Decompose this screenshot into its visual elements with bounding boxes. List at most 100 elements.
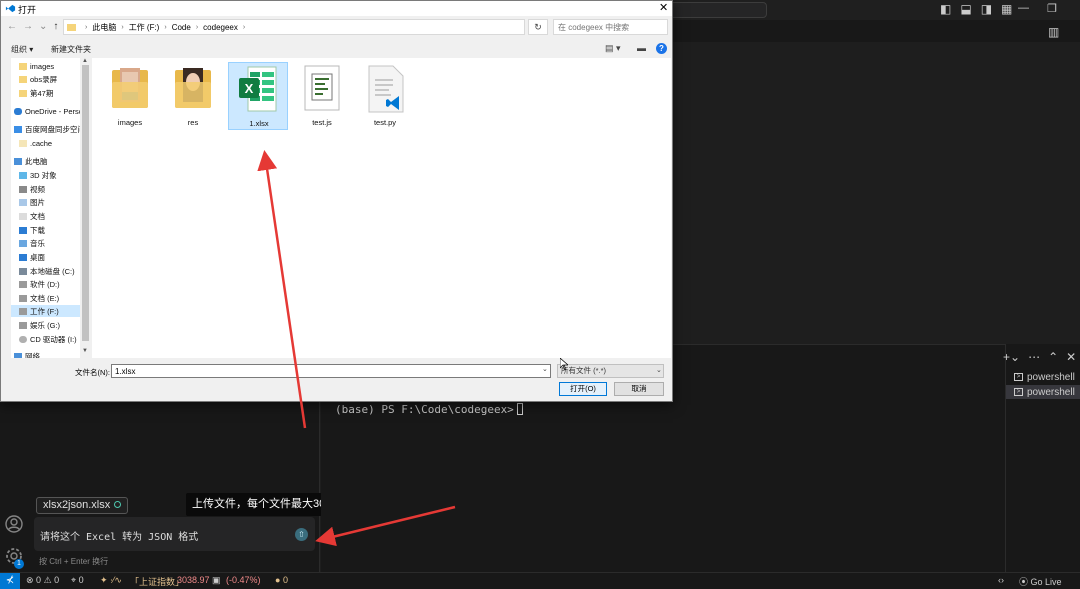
code-icon[interactable]: ‹›	[998, 575, 1004, 585]
folder-thumbnail-icon	[175, 68, 211, 108]
filename-dropdown-icon[interactable]: ⌄	[542, 365, 548, 373]
dialog-toolbar: 组织 ▾ 新建文件夹 ▤ ▾ ▬	[1, 41, 672, 57]
folder-icon	[19, 89, 27, 97]
nav-item-issue47[interactable]: 第47期	[19, 87, 53, 99]
codegeex-status-icon[interactable]: ✦ ⋅⁄∿	[100, 575, 122, 586]
nav-item-baidu[interactable]: 百度网盘同步空间	[14, 123, 85, 135]
filetype-select[interactable]: 所有文件 (*.*) ⌄	[557, 364, 664, 378]
music-icon	[19, 239, 27, 247]
close-panel-icon[interactable]: ✕	[1066, 350, 1076, 364]
chat-input-box[interactable]: 请将这个 Excel 转为 JSON 格式 ⇧	[34, 517, 315, 551]
up-folder-icon[interactable]: ↑	[53, 21, 58, 32]
nav-item-cache[interactable]: .cache	[19, 137, 52, 149]
upload-file-icon[interactable]: ⇧	[295, 528, 308, 541]
navigation-pane: images obs录屏 第47期 OneDrive - Perso 百度网盘同…	[11, 58, 90, 358]
nav-scrollbar-thumb[interactable]	[82, 65, 89, 341]
new-folder-button[interactable]: 新建文件夹	[51, 44, 91, 55]
go-live-button[interactable]: ⦿ Go Live	[1019, 575, 1062, 588]
terminal-cursor	[516, 403, 523, 415]
extra-status[interactable]: ● 0	[275, 575, 288, 585]
minimize-icon[interactable]: —	[1018, 2, 1029, 15]
remote-indicator-icon[interactable]: ⊀	[0, 573, 20, 589]
problems-status[interactable]: ⊗ 0 ⚠ 0	[26, 575, 59, 586]
back-icon[interactable]: ←	[7, 21, 17, 32]
breadcrumb-item[interactable]: 此电脑	[92, 22, 116, 33]
nav-item-pictures[interactable]: 图片	[19, 196, 45, 208]
js-file-icon	[304, 65, 340, 111]
nav-item-images[interactable]: images	[19, 60, 54, 72]
toggle-sidebar-icon[interactable]: ◧	[940, 2, 951, 16]
folder-icon	[19, 75, 27, 83]
file-tile-1xlsx[interactable]: X 1.xlsx	[228, 62, 288, 130]
file-name: res	[187, 118, 199, 127]
terminal-tab-1[interactable]: > powershell	[1006, 370, 1080, 384]
file-chip-status-icon	[114, 501, 122, 508]
attached-file-chip[interactable]: xlsx2json.xlsx	[36, 497, 129, 514]
nav-item-drive-c[interactable]: 本地磁盘 (C:)	[19, 265, 75, 277]
toggle-panel-icon[interactable]: ⬓	[960, 2, 971, 16]
nav-item-3d[interactable]: 3D 对象	[19, 169, 57, 181]
picture-icon	[19, 198, 27, 206]
file-tile-testjs[interactable]: test.js	[292, 62, 352, 130]
file-tile-testpy[interactable]: test.py	[355, 62, 415, 130]
vscode-app-icon	[5, 4, 16, 13]
nav-item-documents[interactable]: 文档	[19, 210, 45, 222]
breadcrumb-item[interactable]: 工作 (F:)	[129, 22, 160, 33]
nav-item-this-pc[interactable]: 此电脑	[14, 155, 48, 167]
scroll-up-icon[interactable]: ▲	[82, 58, 88, 64]
preview-pane-icon[interactable]: ▬	[637, 43, 646, 53]
restore-icon[interactable]: ❐	[1047, 2, 1057, 15]
cube-icon	[19, 171, 27, 179]
close-icon[interactable]: ✕	[659, 1, 668, 14]
update-badge: 1	[14, 559, 24, 569]
file-tile-res[interactable]: res	[163, 62, 223, 130]
py-file-icon	[368, 65, 404, 113]
nav-item-videos[interactable]: 视频	[19, 183, 45, 195]
more-actions-icon[interactable]: ⋯	[1028, 350, 1040, 364]
sync-folder-icon	[14, 125, 22, 133]
maximize-panel-icon[interactable]: ⌃	[1048, 350, 1058, 364]
view-options-icon[interactable]: ▤ ▾	[605, 43, 621, 54]
nav-item-drive-d[interactable]: 软件 (D:)	[19, 278, 60, 290]
search-input[interactable]	[553, 19, 668, 35]
drive-icon	[19, 267, 27, 275]
nav-item-drive-f[interactable]: 工作 (F:)	[11, 305, 90, 317]
file-tile-images[interactable]: images	[100, 62, 160, 130]
terminal-tab-2[interactable]: > powershell	[1006, 385, 1080, 399]
customize-layout-icon[interactable]: ▦	[1001, 2, 1012, 16]
scroll-down-icon[interactable]: ▼	[82, 348, 88, 354]
computer-icon	[14, 157, 22, 165]
nav-item-downloads[interactable]: 下载	[19, 224, 45, 236]
address-bar[interactable]: › 此电脑› 工作 (F:)› Code› codegeex› ⌄	[63, 19, 581, 35]
nav-item-drive-e[interactable]: 文档 (E:)	[19, 292, 59, 304]
new-terminal-icon[interactable]: +⌄	[1003, 350, 1020, 364]
svg-text:X: X	[245, 81, 254, 96]
filename-input[interactable]	[111, 364, 551, 378]
drive-icon	[19, 321, 27, 329]
filename-label: 文件名(N):	[75, 368, 110, 377]
organize-button[interactable]: 组织 ▾	[11, 44, 33, 55]
open-button[interactable]: 打开(O)	[559, 382, 607, 396]
split-editor-icon[interactable]: ▥	[1048, 25, 1059, 39]
forward-icon[interactable]: →	[23, 21, 33, 32]
excel-file-icon: X	[239, 66, 277, 112]
drive-icon	[19, 294, 27, 302]
account-icon[interactable]	[4, 514, 24, 534]
nav-item-desktop[interactable]: 桌面	[19, 251, 45, 263]
ports-status[interactable]: ⌖ 0	[71, 575, 84, 586]
toggle-secondary-sidebar-icon[interactable]: ◨	[981, 2, 992, 16]
help-icon[interactable]: ?	[656, 43, 667, 54]
refresh-icon[interactable]: ↻	[528, 19, 548, 35]
nav-item-cd-drive[interactable]: CD 驱动器 (I:)	[19, 333, 77, 345]
nav-item-drive-g[interactable]: 娱乐 (G:)	[19, 319, 60, 331]
breadcrumb-item[interactable]: codegeex	[203, 23, 238, 32]
nav-item-music[interactable]: 音乐	[19, 237, 45, 249]
recent-dropdown-icon[interactable]: ⌄	[39, 21, 47, 32]
layout-controls: ◧ ⬓ ◨ ▦	[940, 2, 1012, 16]
nav-item-obs[interactable]: obs录屏	[19, 73, 57, 85]
nav-item-network[interactable]: 网络	[14, 350, 40, 358]
breadcrumb-item[interactable]: Code	[172, 23, 191, 32]
nav-item-onedrive[interactable]: OneDrive - Perso	[14, 105, 83, 117]
chat-input-text[interactable]: 请将这个 Excel 转为 JSON 格式	[40, 528, 198, 543]
cancel-button[interactable]: 取消	[614, 382, 664, 396]
